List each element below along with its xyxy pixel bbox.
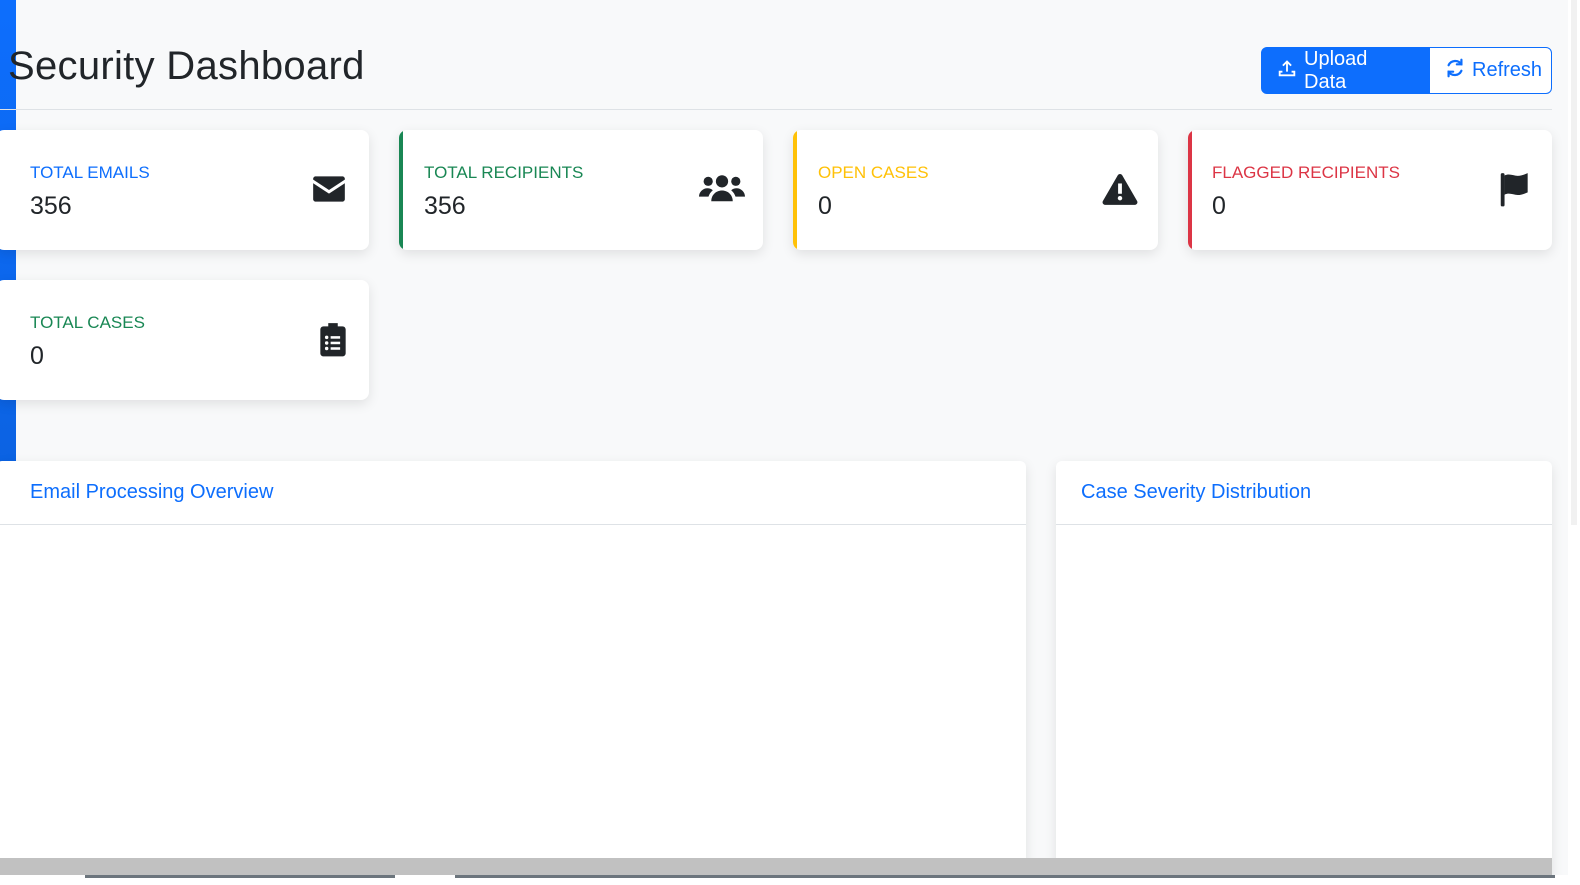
stat-card-open-cases: OPEN CASES 0 xyxy=(793,130,1158,250)
stat-value-total-emails: 356 xyxy=(30,192,72,220)
refresh-label: Refresh xyxy=(1472,59,1543,81)
refresh-icon xyxy=(1444,57,1466,85)
horizontal-scrollbar-track xyxy=(0,875,1568,885)
stat-card-total-emails: TOTAL EMAILS 356 xyxy=(0,130,369,250)
email-overview-chart-area xyxy=(0,525,1026,881)
stat-value-flagged-recipients: 0 xyxy=(1212,192,1226,220)
stat-accent xyxy=(1188,130,1192,250)
stat-value-total-recipients: 356 xyxy=(424,192,466,220)
upload-data-button[interactable]: Upload Data xyxy=(1261,47,1429,94)
stat-accent xyxy=(793,130,797,250)
stat-label-open-cases: OPEN CASES xyxy=(818,163,929,182)
stat-card-total-recipients: TOTAL RECIPIENTS 356 xyxy=(399,130,763,250)
upload-icon xyxy=(1276,57,1298,85)
warning-icon xyxy=(1101,170,1139,208)
panel-title-severity: Case Severity Distribution xyxy=(1081,481,1312,503)
users-icon xyxy=(699,170,745,208)
refresh-button[interactable]: Refresh xyxy=(1429,47,1552,94)
stat-accent xyxy=(399,130,403,250)
vertical-scrollbar[interactable] xyxy=(1568,0,1580,885)
page-title: Security Dashboard xyxy=(8,44,365,88)
email-processing-overview-panel: Email Processing Overview xyxy=(0,461,1026,881)
upload-data-label: Upload Data xyxy=(1304,47,1368,93)
case-severity-distribution-panel: Case Severity Distribution xyxy=(1056,461,1552,881)
stat-value-total-cases: 0 xyxy=(30,342,44,370)
envelope-icon xyxy=(310,170,348,208)
panel-title-email-overview: Email Processing Overview xyxy=(30,481,274,503)
stat-label-flagged-recipients: FLAGGED RECIPIENTS xyxy=(1212,163,1400,182)
stat-card-total-cases: TOTAL CASES 0 xyxy=(0,280,369,400)
stat-label-total-recipients: TOTAL RECIPIENTS xyxy=(424,163,584,182)
stat-card-flagged-recipients: FLAGGED RECIPIENTS 0 xyxy=(1188,130,1552,250)
stat-label-total-emails: TOTAL EMAILS xyxy=(30,163,150,182)
stat-value-open-cases: 0 xyxy=(818,192,832,220)
main-content: Security Dashboard Upload Data Refresh T… xyxy=(0,0,1568,885)
severity-chart-area xyxy=(1056,525,1552,881)
vertical-scrollbar-thumb[interactable] xyxy=(1571,0,1577,525)
clipboard-list-icon xyxy=(314,320,352,358)
flag-icon xyxy=(1496,170,1534,208)
stat-label-total-cases: TOTAL CASES xyxy=(30,313,145,332)
header-button-group: Upload Data Refresh xyxy=(1261,47,1552,94)
page-header: Security Dashboard Upload Data Refresh xyxy=(0,40,1552,110)
scrollbar-segment xyxy=(85,875,395,878)
scrollbar-segment xyxy=(455,875,1555,878)
